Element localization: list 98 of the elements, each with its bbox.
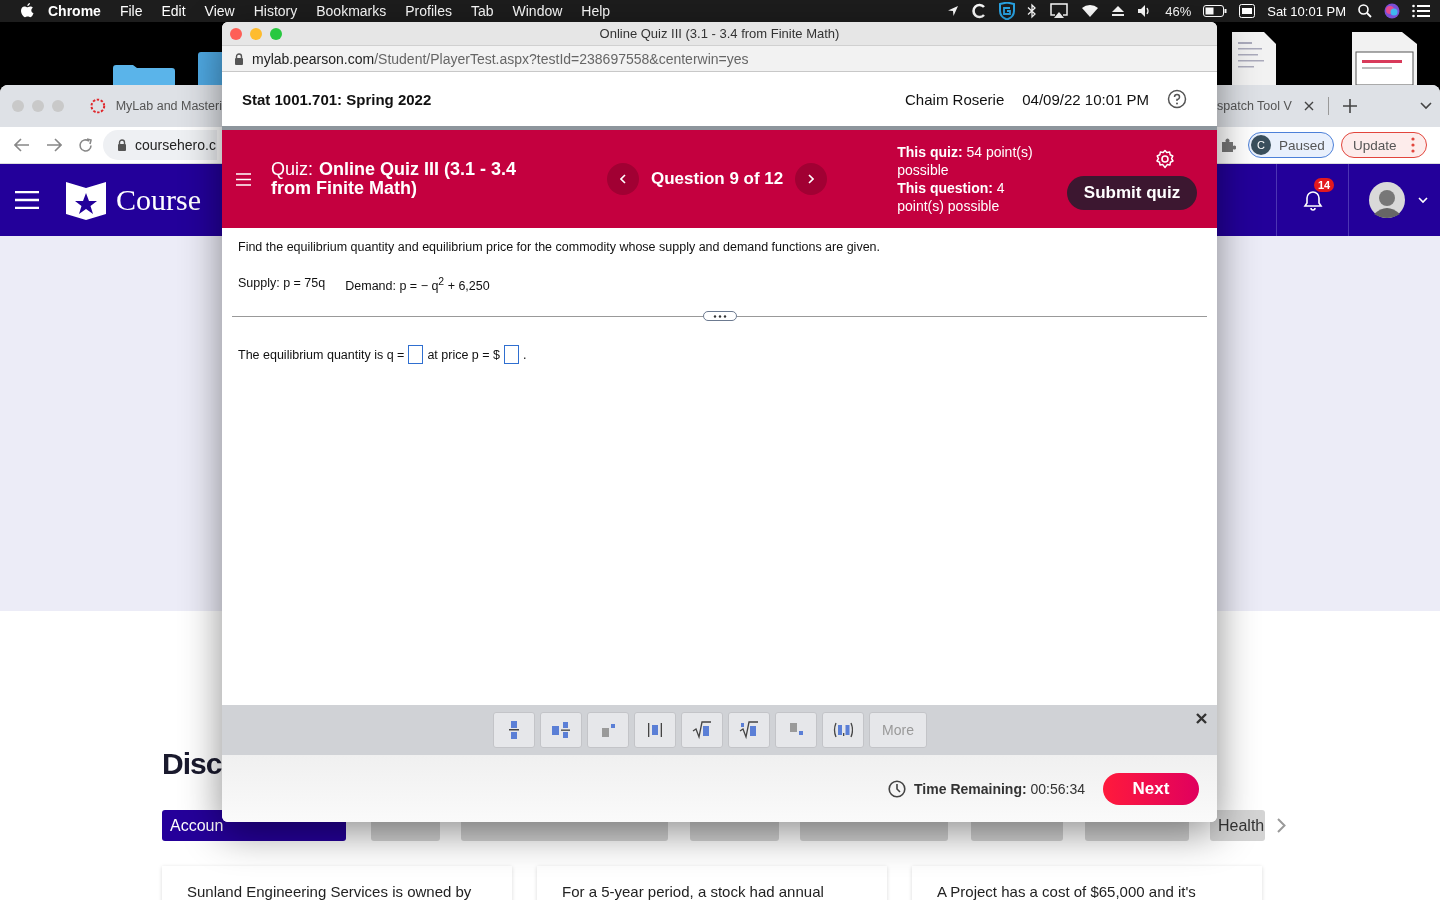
answer-text: The equilibrium quantity is q = [238,347,405,362]
square-root-icon [692,720,712,740]
document-thumbnail[interactable] [1352,32,1417,85]
square-root-button[interactable] [681,712,723,748]
menu-app-name[interactable]: Chrome [48,3,101,19]
settings-icon[interactable] [1155,148,1175,169]
previous-question-button[interactable] [607,163,639,195]
site-logo-text[interactable]: Course [116,183,201,217]
eject-icon[interactable] [1111,5,1126,17]
notification-badge: 14 [1314,178,1335,192]
menu-clock[interactable]: Sat 10:01 PM [1267,3,1346,19]
supply-equation: Supply: p = 75q [238,276,326,292]
bluetooth-icon[interactable] [1027,3,1038,19]
siri-icon[interactable] [1384,3,1400,19]
menu-item[interactable]: Profiles [405,3,452,19]
question-points-text: This question: 4 point(s) possible [897,179,1006,215]
menu-item[interactable]: View [204,3,235,19]
chevron-down-icon[interactable] [1419,102,1432,110]
battery-percentage: 46% [1165,3,1192,19]
menu-item[interactable]: Window [512,3,563,19]
question-position[interactable]: Question 9 of 12 [651,169,784,189]
star-shield-logo-icon[interactable] [66,180,106,220]
course-title: Stat 1001.701: Spring 2022 [242,90,432,108]
spinner-icon [90,98,106,114]
new-tab-icon[interactable] [1342,99,1357,113]
menu-item[interactable]: Bookmarks [316,3,387,19]
folder-icon[interactable] [113,64,175,85]
update-button[interactable]: Update [1341,132,1427,158]
menu-item[interactable]: Edit [161,3,186,19]
shield-icon[interactable] [999,2,1016,20]
address-bar[interactable]: coursehero.c [103,130,217,160]
puzzle-icon[interactable] [1220,137,1236,153]
apple-icon[interactable] [20,3,34,19]
mixed-number-button[interactable] [540,712,582,748]
absolute-value-icon [645,720,665,740]
demand-equation: Demand: p = − q$^{2}$ + 6,250 [345,276,490,294]
wifi-icon[interactable] [1081,4,1100,18]
forward-arrow-icon[interactable] [46,138,62,152]
mixed-number-icon [551,720,571,740]
close-icon[interactable] [1196,713,1207,724]
url-text: mylab.pearson.com/Student/PlayerTest.aspx?testId=238697558&centerwin=yes [252,50,749,67]
question-card[interactable]: For a 5-year period, a stock had annual [537,866,887,900]
menu-item[interactable]: Tab [470,3,494,19]
chevron-left-icon [620,174,626,184]
tab-title[interactable]: spatch Tool V [1217,99,1292,113]
search-icon[interactable] [1358,4,1372,18]
menu-item[interactable]: Help [581,3,611,19]
nth-root-button[interactable] [728,712,770,748]
absolute-value-button[interactable] [634,712,676,748]
kebab-menu-icon [1410,137,1415,153]
time-remaining: Time Remaining: 00:56:34 [914,780,1085,797]
menu-icon[interactable] [236,172,251,186]
reload-icon[interactable] [78,137,93,153]
list-icon[interactable] [1412,4,1430,18]
keyboard-icon[interactable] [1239,4,1256,18]
close-icon[interactable] [1303,101,1314,111]
chevron-right-icon [808,174,815,184]
lock-icon [117,139,127,151]
fraction-button[interactable] [493,712,535,748]
answer-field[interactable] [408,345,424,365]
bell-icon[interactable] [1302,189,1324,211]
clock-icon [888,779,907,798]
submit-quiz-button[interactable]: Submit quiz [1067,175,1197,210]
menu-item[interactable]: History [253,3,298,19]
help-icon[interactable] [1167,89,1187,109]
question-card[interactable]: A Project has a cost of $65,000 and it's [912,866,1262,900]
answer-field[interactable] [504,345,520,365]
answer-text: at price p = $ [427,347,501,362]
next-button[interactable]: Next [1103,772,1199,805]
student-name: Chaim Roserie [905,90,1005,108]
expand-handle[interactable] [702,311,737,322]
location-arrow-icon[interactable] [947,5,960,17]
menu-icon[interactable] [15,191,39,209]
answer-text: . [523,347,527,362]
window-title: Online Quiz III (3.1 - 3.4 from Finite Math) [599,26,840,41]
ellipsis-icon [712,314,727,318]
question-instructions: Find the equilibrium quantity and equilibrium price for the commodity whose supply and demand functions are given. [238,240,882,254]
nth-root-icon [739,720,759,740]
ordered-pair-icon [833,720,853,740]
lock-icon [234,52,244,65]
quiz-points-text: This quiz: 54 point(s) possible [897,143,1034,179]
back-arrow-icon[interactable] [14,138,30,152]
avatar-icon[interactable] [1369,182,1405,218]
chevron-right-icon[interactable] [1277,818,1286,833]
question-card[interactable]: Sunland Engineering Services is owned by [162,866,512,900]
next-question-button[interactable] [795,163,828,195]
date-time: 04/09/22 10:01 PM [1022,90,1149,108]
ordered-pair-button[interactable] [822,712,864,748]
airplay-icon[interactable] [1049,3,1070,19]
tab-title[interactable]: MyLab and Masteri [115,99,222,113]
menu-item[interactable]: File [119,3,143,19]
c-logo-icon[interactable] [971,3,988,19]
profile-button[interactable]: C Paused [1248,132,1334,158]
battery-icon[interactable] [1203,5,1228,17]
document-thumbnail[interactable] [1232,32,1276,85]
category-chip[interactable]: Health [1210,810,1265,841]
quiz-title: Quiz: Online Quiz III (3.1 - 3.4 from Finite Math) [271,160,518,198]
section-heading: Disc [162,747,222,782]
